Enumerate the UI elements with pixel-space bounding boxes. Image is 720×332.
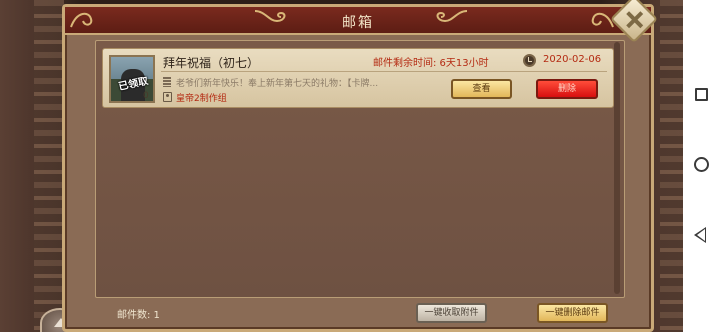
left-ornament xyxy=(34,0,64,332)
mail-expire-time: 邮件剩余时间: 6天13小时 xyxy=(373,58,489,69)
mail-snippet: 老爷们新年快乐！奉上新年第七天的礼物：【卡牌... xyxy=(176,79,379,89)
mail-title: 拜年祝福（初七） xyxy=(163,56,260,70)
sender-icon xyxy=(163,92,172,102)
window-title: 邮箱 xyxy=(342,15,374,31)
view-button[interactable]: 查看 xyxy=(451,79,512,99)
mail-item[interactable]: 已领取 0 拜年祝福（初七） 邮件剩余时间: 6天13小时 2020-02-06… xyxy=(102,48,614,108)
footer-bar: 邮件数: 1 一键收取附件 一键删除邮件 xyxy=(95,299,625,327)
corner-ornament-right xyxy=(591,12,614,28)
home-nav-icon[interactable] xyxy=(694,157,709,172)
message-icon xyxy=(163,77,171,87)
attachment-count: 0 xyxy=(143,91,149,101)
divider xyxy=(161,71,607,72)
collect-all-button[interactable]: 一键收取附件 xyxy=(416,303,487,323)
delete-all-button[interactable]: 一键删除邮件 xyxy=(537,303,608,323)
mail-count: 邮件数: 1 xyxy=(117,310,160,321)
mail-list[interactable]: 已领取 0 拜年祝福（初七） 邮件剩余时间: 6天13小时 2020-02-06… xyxy=(95,40,625,298)
back-icon[interactable] xyxy=(694,227,706,243)
mail-date: 2020-02-06 xyxy=(543,54,602,65)
title-ornament-right xyxy=(436,10,468,23)
delete-button[interactable]: 删除 xyxy=(536,79,598,99)
clock-icon xyxy=(523,54,536,67)
android-nav-bar xyxy=(683,0,720,332)
scrollbar[interactable] xyxy=(614,42,620,294)
mail-sender: 皇帝2制作组 xyxy=(176,94,227,104)
title-bar: 邮箱 xyxy=(65,7,651,35)
mailbox-window: 邮箱 已领取 0 拜年祝福（初七） 邮件剩余时间: 6天13小时 2020-02… xyxy=(62,4,654,332)
recents-icon[interactable] xyxy=(695,88,708,101)
